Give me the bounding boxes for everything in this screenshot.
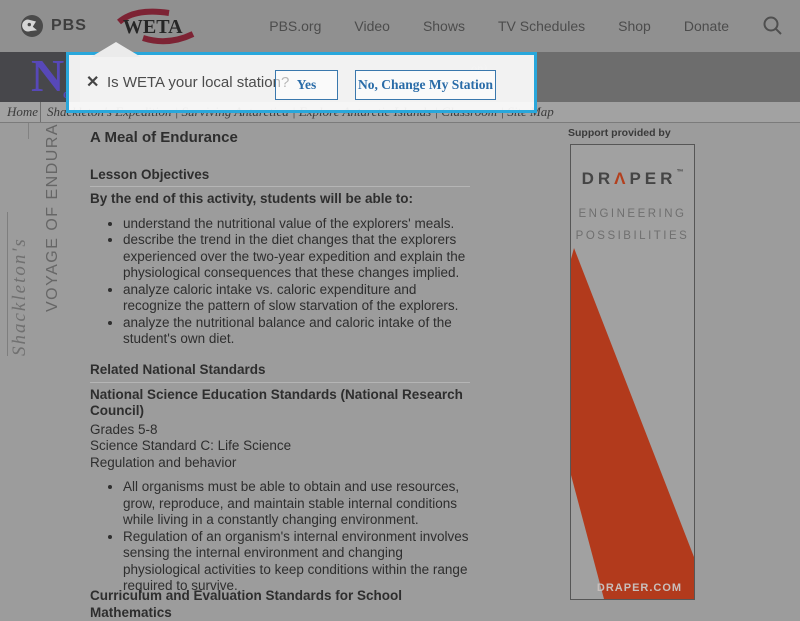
yes-button[interactable]: Yes <box>275 70 338 100</box>
close-icon[interactable]: ✕ <box>86 73 99 92</box>
nav-donate[interactable]: Donate <box>684 18 729 34</box>
nova-letter: N <box>31 50 65 101</box>
standard-line: Science Standard C: Life Science <box>90 438 292 453</box>
sidebar-script-title: Shackleton's <box>9 237 30 356</box>
draper-url: DRAPER.COM <box>596 582 683 594</box>
sidebar-divider <box>28 122 29 139</box>
breadcrumb-home[interactable]: Home <box>7 104 38 120</box>
standards-heading: Related National Standards <box>90 362 470 383</box>
change-station-button[interactable]: No, Change My Station <box>355 70 496 100</box>
dialog-caret <box>91 42 141 57</box>
station-prompt-dialog: ✕ Is WETA your local station? Yes No, Ch… <box>66 42 537 113</box>
search-icon[interactable] <box>762 15 784 37</box>
grades-line: Grades 5-8 <box>90 421 158 437</box>
objectives-heading: Lesson Objectives <box>90 167 470 187</box>
objectives-list: understand the nutritional value of the … <box>90 216 470 348</box>
math-standards-heading: Curriculum and Evaluation Standards for … <box>90 588 403 620</box>
objectives-intro: By the end of this activity, students wi… <box>90 191 414 206</box>
nav-pbs-org[interactable]: PBS.org <box>269 18 321 34</box>
list-item: understand the nutritional value of the … <box>123 216 470 233</box>
standards-section: Related National Standards National Scie… <box>90 362 470 595</box>
draper-tagline-2: POSSIBILITIES <box>575 230 690 242</box>
sponsor-label: Support provided by <box>568 127 671 139</box>
nav-shows[interactable]: Shows <box>423 18 465 34</box>
list-item: analyze the nutritional balance and calo… <box>123 315 470 348</box>
draper-logo: DRΛPER™ <box>571 169 694 189</box>
trademark-mark: ™ <box>676 169 684 176</box>
breadcrumb-divider <box>40 102 41 122</box>
science-points-list: All organisms must be able to obtain and… <box>90 479 470 595</box>
draper-ad[interactable]: DRΛPER™ ENGINEERING POSSIBILITIES DRAPER… <box>570 144 695 600</box>
pbs-logo[interactable]: PBS <box>20 14 87 38</box>
list-item: analyze caloric intake vs. caloric expen… <box>123 282 470 315</box>
lesson-section: A Meal of Endurance Lesson Objectives By… <box>90 129 470 348</box>
header-nav: PBS.org Video Shows TV Schedules Shop Do… <box>269 15 784 37</box>
draper-letters: PER <box>629 169 677 188</box>
page-title: A Meal of Endurance <box>90 129 238 146</box>
pbs-face-icon <box>21 15 43 37</box>
list-item: All organisms must be able to obtain and… <box>123 479 470 529</box>
science-standards-title: National Science Education Standards (Na… <box>90 386 463 419</box>
station-question: Is WETA your local station? <box>107 74 290 91</box>
regulation-line: Regulation and behavior <box>90 454 237 470</box>
list-item: Regulation of an organism's internal env… <box>123 529 470 595</box>
script-title-underline <box>7 212 8 356</box>
nav-tv-schedules[interactable]: TV Schedules <box>498 18 585 34</box>
weta-wordmark: WETA <box>122 16 183 38</box>
nav-video[interactable]: Video <box>354 18 390 34</box>
draper-tagline-1: ENGINEERING <box>578 208 687 220</box>
pbs-wordmark: PBS <box>51 17 87 34</box>
weta-logo[interactable]: WETA <box>113 6 199 46</box>
nav-shop[interactable]: Shop <box>618 18 651 34</box>
draper-a-mark: Λ <box>614 169 630 188</box>
draper-letters: DR <box>581 169 615 188</box>
list-item: describe the trend in the diet changes t… <box>123 232 470 282</box>
